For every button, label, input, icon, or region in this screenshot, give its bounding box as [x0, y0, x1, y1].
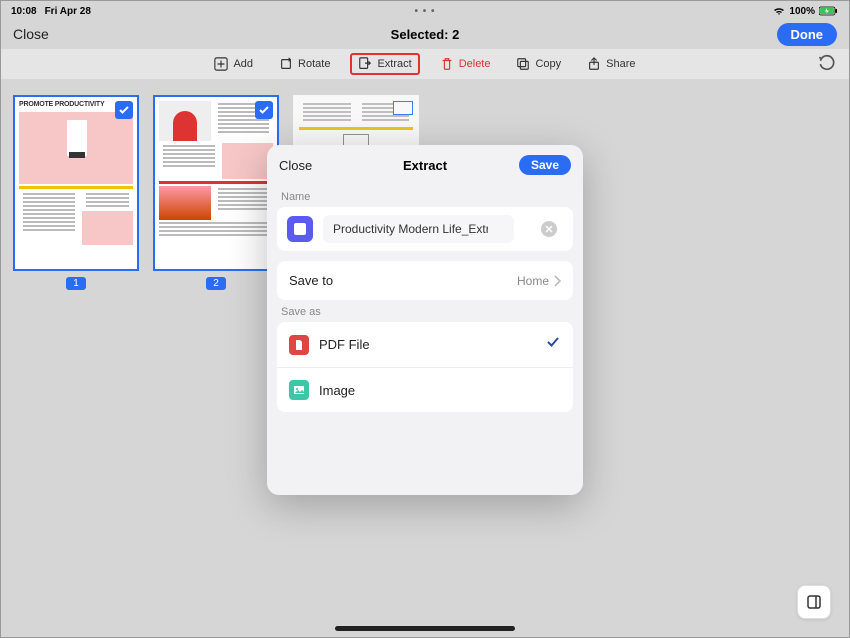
- battery-icon: [819, 6, 839, 16]
- wifi-icon: [773, 6, 785, 16]
- pdf-file-icon: [289, 335, 309, 355]
- extract-label: Extract: [377, 58, 411, 70]
- home-indicator: [335, 626, 515, 631]
- chevron-right-icon: [553, 275, 561, 287]
- add-label: Add: [233, 58, 253, 70]
- modal-close-button[interactable]: Close: [279, 158, 312, 173]
- page-preview: PROMOTE PRODUCTIVITY: [13, 95, 139, 271]
- add-button[interactable]: Add: [208, 54, 259, 74]
- status-ellipsis-icon: • • •: [414, 6, 435, 17]
- trash-icon: [440, 57, 454, 71]
- save-to-value: Home: [517, 274, 549, 288]
- toolbar: Add Rotate Extract Delete Copy Share: [1, 49, 849, 79]
- battery-percent: 100%: [789, 6, 815, 17]
- modal-save-button[interactable]: Save: [519, 155, 571, 175]
- clear-input-button[interactable]: [541, 221, 557, 237]
- main-header: Close Selected: 2 Done: [1, 19, 849, 49]
- floating-panel-button[interactable]: [797, 585, 831, 619]
- share-icon: [587, 57, 601, 71]
- header-title: Selected: 2: [391, 27, 460, 42]
- thumbnail-1[interactable]: PROMOTE PRODUCTIVITY 1: [13, 95, 139, 290]
- plus-square-icon: [214, 57, 228, 71]
- save-to-row[interactable]: Save to Home: [277, 261, 573, 300]
- selected-check-icon: [115, 101, 133, 119]
- option-image-label: Image: [319, 383, 561, 398]
- page-number: 2: [206, 277, 226, 290]
- rotate-icon: [279, 57, 293, 71]
- image-file-icon: [289, 380, 309, 400]
- extract-modal: Close Extract Save Name Save to Home Sav…: [267, 145, 583, 495]
- close-button[interactable]: Close: [13, 26, 49, 42]
- option-pdf[interactable]: PDF File: [277, 322, 573, 367]
- status-bar: 10:08 Fri Apr 28 • • • 100%: [1, 1, 849, 19]
- checkmark-icon: [545, 334, 561, 355]
- delete-button[interactable]: Delete: [434, 54, 497, 74]
- filename-input[interactable]: [323, 215, 514, 243]
- panel-icon: [806, 594, 822, 610]
- option-pdf-label: PDF File: [319, 337, 535, 352]
- x-icon: [545, 225, 553, 233]
- status-time: 10:08: [11, 6, 37, 17]
- modal-header: Close Extract Save: [267, 145, 583, 185]
- copy-icon: [516, 57, 530, 71]
- extract-button[interactable]: Extract: [350, 53, 419, 75]
- save-to-label: Save to: [289, 273, 333, 288]
- page-number: 1: [66, 277, 86, 290]
- selected-check-icon: [255, 101, 273, 119]
- option-image[interactable]: Image: [277, 367, 573, 412]
- share-button[interactable]: Share: [581, 54, 641, 74]
- modal-title: Extract: [403, 158, 447, 173]
- page-preview: [153, 95, 279, 271]
- done-button[interactable]: Done: [777, 23, 838, 46]
- name-section-label: Name: [267, 185, 583, 207]
- delete-label: Delete: [459, 58, 491, 70]
- undo-icon: [817, 54, 835, 72]
- copy-label: Copy: [535, 58, 561, 70]
- status-date: Fri Apr 28: [45, 6, 91, 17]
- rotate-label: Rotate: [298, 58, 330, 70]
- share-label: Share: [606, 58, 635, 70]
- saveas-section-label: Save as: [267, 300, 583, 322]
- undo-button[interactable]: [817, 54, 835, 75]
- unselected-flag-icon: [393, 101, 413, 115]
- rotate-button[interactable]: Rotate: [273, 54, 336, 74]
- copy-button[interactable]: Copy: [510, 54, 567, 74]
- thumbnail-2[interactable]: 2: [153, 95, 279, 290]
- extract-icon: [358, 57, 372, 71]
- app-icon: [287, 216, 313, 242]
